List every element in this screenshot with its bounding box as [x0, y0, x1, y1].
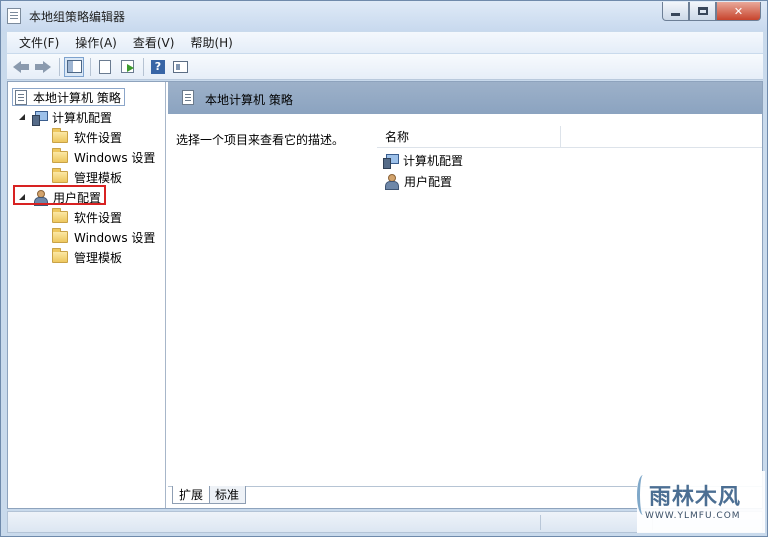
folder-icon: [52, 248, 68, 263]
show-hide-console-tree-icon: [66, 60, 82, 73]
leaf-icon: [637, 475, 649, 515]
toolbar-separator: [59, 57, 60, 76]
expand-arrow-icon[interactable]: [38, 152, 48, 162]
folder-icon: [52, 148, 68, 163]
minimize-icon: [671, 12, 680, 16]
tree-item-label: 本地计算机 策略: [33, 90, 121, 105]
watermark-logo: 雨林木风 WWW.YLMFU.COM: [637, 471, 765, 533]
tree-item-label: Windows 设置: [74, 230, 156, 245]
console-tree: 本地计算机 策略 计算机配置 软件设置 Windows 设置 管理模板 用户配置…: [8, 82, 166, 508]
policy-document-icon: [182, 90, 194, 105]
back-button[interactable]: [11, 57, 31, 77]
back-icon: [13, 60, 29, 73]
computer-icon: [32, 110, 48, 126]
status-separator: [540, 515, 541, 530]
maximize-icon: [697, 7, 708, 15]
tab-standard[interactable]: 标准: [208, 486, 247, 504]
properties-icon: [99, 59, 111, 74]
expand-arrow-icon[interactable]: [38, 232, 48, 242]
toolbar-separator: [143, 57, 144, 76]
close-button[interactable]: ✕: [716, 2, 761, 21]
tree-item-user-admin-templates[interactable]: 管理模板: [38, 248, 122, 266]
menu-action[interactable]: 操作(A): [67, 34, 125, 51]
column-header-name[interactable]: 名称: [377, 125, 561, 148]
details-title: 本地计算机 策略: [205, 93, 293, 107]
highlight-annotation: [13, 185, 106, 205]
tree-item-label: 软件设置: [74, 210, 123, 225]
maximize-button[interactable]: [689, 2, 716, 21]
expand-arrow-icon[interactable]: [38, 212, 48, 222]
minimize-button[interactable]: [662, 2, 689, 21]
menu-help[interactable]: 帮助(H): [182, 34, 240, 51]
tree-item-root[interactable]: 本地计算机 策略: [12, 88, 125, 106]
folder-icon: [52, 208, 68, 223]
expand-arrow-icon[interactable]: [38, 252, 48, 262]
details-pane: 本地计算机 策略 选择一个项目来查看它的描述。 名称 计算机配置 用户配置 扩展…: [168, 82, 762, 508]
window-title: 本地组策略编辑器: [29, 10, 126, 24]
list-item-label: 用户配置: [404, 174, 453, 189]
close-icon: ✕: [733, 4, 744, 18]
policy-document-icon: [15, 89, 27, 105]
tree-item-computer-software[interactable]: 软件设置: [38, 128, 122, 146]
details-header: 本地计算机 策略: [168, 82, 762, 114]
tree-item-computer-windows[interactable]: Windows 设置: [38, 148, 155, 166]
tree-item-label: Windows 设置: [74, 150, 156, 165]
menu-bar: 文件(F) 操作(A) 查看(V) 帮助(H): [7, 32, 763, 53]
show-action-pane-icon: [172, 60, 188, 73]
tree-item-label: 管理模板: [74, 170, 123, 185]
expand-arrow-icon[interactable]: [38, 132, 48, 142]
list-item-user-config[interactable]: 用户配置: [383, 172, 452, 190]
tree-item-user-software[interactable]: 软件设置: [38, 208, 122, 226]
tree-item-computer-config[interactable]: 计算机配置: [18, 108, 112, 126]
toolbar: ?: [7, 54, 763, 80]
tree-item-label: 软件设置: [74, 130, 123, 145]
help-icon: ?: [151, 59, 165, 74]
show-hide-console-tree-button[interactable]: [64, 56, 84, 77]
menu-view[interactable]: 查看(V): [125, 34, 183, 51]
list-item-computer-config[interactable]: 计算机配置: [383, 151, 463, 169]
properties-button[interactable]: [95, 57, 115, 77]
watermark-title: 雨林木风: [649, 485, 742, 510]
item-list: 名称 计算机配置 用户配置: [377, 114, 762, 480]
client-area: 本地计算机 策略 计算机配置 软件设置 Windows 设置 管理模板 用户配置…: [7, 81, 763, 509]
toolbar-separator: [90, 57, 91, 76]
folder-icon: [52, 168, 68, 183]
folder-icon: [52, 228, 68, 243]
forward-icon: [35, 60, 51, 73]
menu-file[interactable]: 文件(F): [11, 34, 67, 51]
collapse-arrow-icon[interactable]: [18, 112, 28, 122]
folder-icon: [52, 128, 68, 143]
tab-extended[interactable]: 扩展: [172, 486, 211, 504]
tree-item-label: 计算机配置: [52, 110, 113, 125]
description-text: 选择一个项目来查看它的描述。: [176, 133, 345, 147]
user-icon: [383, 174, 399, 190]
list-item-label: 计算机配置: [403, 153, 464, 168]
title-bar[interactable]: 本地组策略编辑器 ✕: [1, 1, 767, 31]
gpedit-app-icon: [7, 8, 21, 24]
tree-item-computer-admin-templates[interactable]: 管理模板: [38, 168, 122, 186]
list-header: 名称: [377, 125, 762, 148]
help-button[interactable]: ?: [148, 57, 168, 77]
forward-button[interactable]: [33, 57, 53, 77]
computer-icon: [383, 153, 399, 169]
expand-arrow-icon[interactable]: [38, 172, 48, 182]
export-list-button[interactable]: [117, 57, 137, 77]
show-action-pane-button[interactable]: [170, 57, 190, 77]
details-body: 选择一个项目来查看它的描述。 名称 计算机配置 用户配置: [168, 114, 762, 480]
tree-item-label: 管理模板: [74, 250, 123, 265]
export-list-icon: [120, 60, 134, 73]
tree-item-user-windows[interactable]: Windows 设置: [38, 228, 155, 246]
watermark-url: WWW.YLMFU.COM: [645, 511, 741, 521]
app-window: 本地组策略编辑器 ✕ 文件(F) 操作(A) 查看(V) 帮助(H) ? 本地计…: [0, 0, 768, 537]
